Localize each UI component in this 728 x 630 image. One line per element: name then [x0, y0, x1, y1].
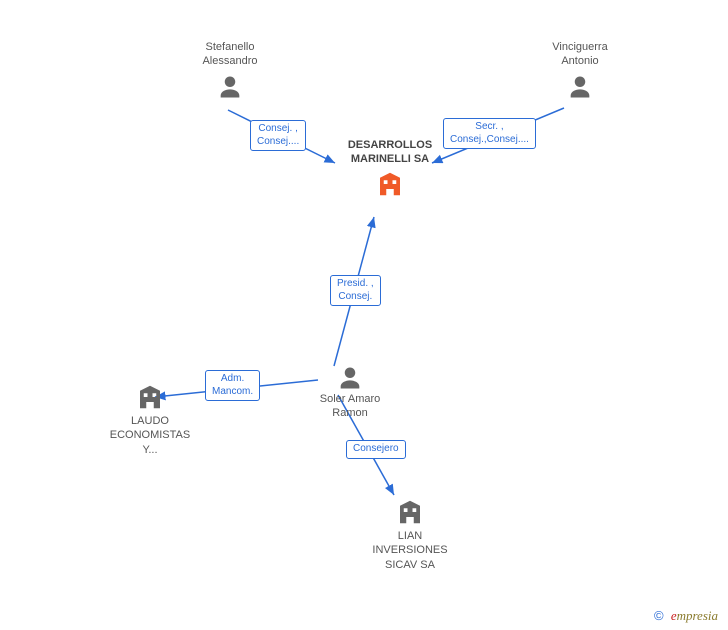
building-icon — [135, 382, 165, 412]
person-name: Soler Amaro Ramon — [290, 392, 410, 421]
company-laudo[interactable]: LAUDO ECONOMISTAS Y... — [90, 380, 210, 457]
company-lian-inversiones[interactable]: LIAN INVERSIONES SICAV SA — [350, 495, 470, 572]
edge-label-soler-desarrollos[interactable]: Presid. , Consej. — [330, 275, 381, 306]
person-soler-amaro[interactable]: Soler Amaro Ramon — [290, 360, 410, 421]
person-icon — [566, 73, 594, 101]
edge-label-stefanello-desarrollos[interactable]: Consej. , Consej.... — [250, 120, 306, 151]
company-desarrollos-marinelli[interactable]: DESARROLLOS MARINELLI SA — [320, 138, 460, 201]
building-icon — [395, 497, 425, 527]
company-name: LAUDO ECONOMISTAS Y... — [90, 414, 210, 457]
edge-label-soler-lian[interactable]: Consejero — [346, 440, 406, 459]
person-vinciguerra[interactable]: Vinciguerra Antonio — [520, 40, 640, 101]
edge-label-soler-laudo[interactable]: Adm. Mancom. — [205, 370, 260, 401]
person-icon — [216, 73, 244, 101]
person-name: Vinciguerra Antonio — [520, 40, 640, 69]
person-stefanello[interactable]: Stefanello Alessandro — [170, 40, 290, 101]
person-name: Stefanello Alessandro — [170, 40, 290, 69]
brand-rest: mpresia — [677, 608, 718, 623]
building-icon — [375, 169, 405, 199]
watermark: © empresia — [654, 608, 718, 624]
copyright-icon: © — [654, 608, 664, 623]
company-name: DESARROLLOS MARINELLI SA — [320, 138, 460, 167]
company-name: LIAN INVERSIONES SICAV SA — [350, 529, 470, 572]
person-icon — [336, 364, 364, 392]
edge-label-vinciguerra-desarrollos[interactable]: Secr. , Consej.,Consej.... — [443, 118, 536, 149]
